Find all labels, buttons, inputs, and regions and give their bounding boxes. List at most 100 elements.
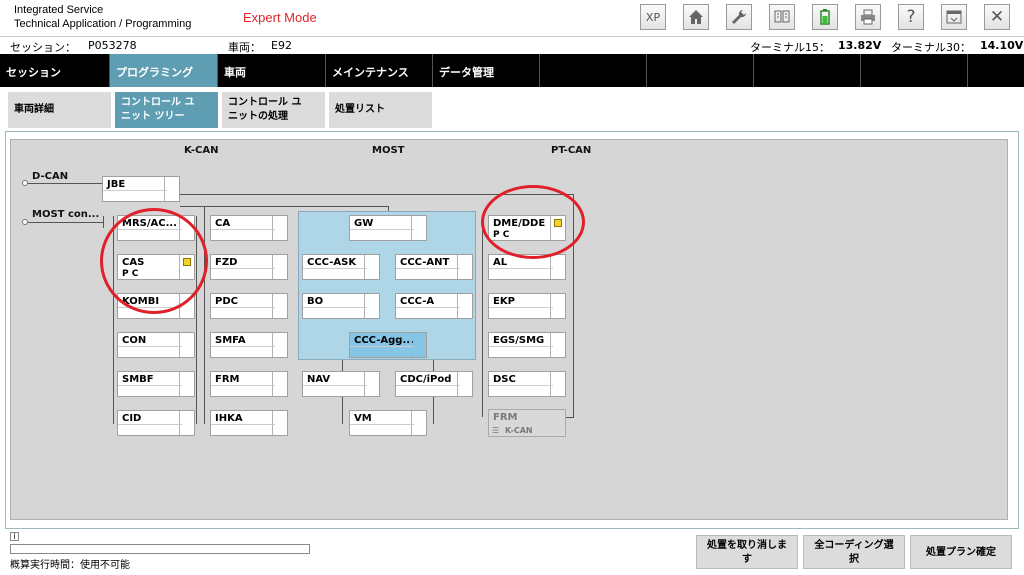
ecu-label: CCC-A	[400, 296, 435, 307]
ecu-vm[interactable]: VM	[349, 410, 427, 436]
cancel-measure-button[interactable]: 処置を取り消しま す	[696, 535, 798, 569]
progress-bar	[10, 544, 310, 554]
tab-measures-list[interactable]: 処置リスト	[329, 92, 432, 128]
kcan-mid-line	[204, 206, 205, 424]
ecu-jbe[interactable]: JBE	[102, 176, 180, 202]
terminal15-label: ターミナル15：	[750, 41, 830, 54]
dcan-label: D-CAN	[32, 171, 69, 182]
ecu-frm-kcan[interactable]: FRM K-CAN ☰	[488, 409, 566, 437]
ecu-label: DSC	[493, 374, 516, 385]
terminal30-value: 14.10V	[980, 39, 1024, 52]
ecu-ekp[interactable]: EKP	[488, 293, 566, 319]
ecu-label: IHKA	[215, 413, 243, 424]
ecu-gw[interactable]: GW	[349, 215, 427, 241]
terminal15-value: 13.82V	[838, 39, 882, 52]
ecu-smbf[interactable]: SMBF	[117, 371, 195, 397]
nav-session[interactable]: セッション	[0, 54, 110, 87]
ecu-label: BO	[307, 296, 324, 307]
print-button[interactable]	[855, 4, 881, 30]
battery-button[interactable]	[812, 4, 838, 30]
select-all-coding-label-2: 択	[849, 554, 859, 565]
ecu-label: FZD	[215, 257, 238, 268]
window-button[interactable]	[941, 4, 967, 30]
ecu-sublabel: K-CAN	[505, 426, 533, 435]
tab-control-unit-tree-line2: ニット ツリー	[121, 111, 185, 122]
nav-empty-4[interactable]	[861, 54, 968, 87]
bus-title-kcan: K-CAN	[184, 145, 219, 156]
tab-vehicle-details-label: 車両詳細	[14, 104, 54, 115]
wrench-button[interactable]	[726, 4, 752, 30]
session-label: セッション：	[10, 41, 76, 54]
ecu-ihka[interactable]: IHKA	[210, 410, 288, 436]
info-icon: i	[10, 532, 19, 541]
window-icon	[946, 10, 962, 24]
ecu-cid[interactable]: CID	[117, 410, 195, 436]
ecu-smfa[interactable]: SMFA	[210, 332, 288, 358]
home-icon	[689, 10, 703, 24]
ecu-dsc[interactable]: DSC	[488, 371, 566, 397]
battery-icon	[820, 9, 830, 25]
nav-programming[interactable]: プログラミング	[110, 54, 218, 87]
ecu-label: SMBF	[122, 374, 154, 385]
ecu-ca[interactable]: CA	[210, 215, 288, 241]
ecu-label: VM	[354, 413, 372, 424]
nav-empty-3[interactable]	[754, 54, 861, 87]
dcan-line	[26, 183, 104, 184]
ptcan-bottom-tap	[565, 417, 574, 418]
bus-title-most: MOST	[372, 145, 405, 156]
ecu-fzd[interactable]: FZD	[210, 254, 288, 280]
nav-vehicle[interactable]: 車両	[218, 54, 326, 87]
close-button[interactable]: ✕	[984, 4, 1010, 30]
nav-empty-5[interactable]	[968, 54, 1024, 87]
cancel-measure-label-2: す	[742, 554, 752, 565]
cancel-measure-label-1: 処置を取り消しま	[707, 540, 787, 551]
help-button[interactable]: ?	[898, 4, 924, 30]
nav-maintenance[interactable]: メインテナンス	[326, 54, 433, 87]
confirm-plan-label: 処置プラン確定	[926, 547, 996, 558]
wrench-icon	[732, 9, 747, 24]
ecu-label: GW	[354, 218, 374, 229]
kcan-top-line	[180, 206, 388, 207]
nav-data-management[interactable]: データ管理	[433, 54, 540, 87]
ecu-label: CDC/iPod	[400, 374, 452, 385]
ecu-compare-button[interactable]	[769, 4, 795, 30]
estimated-runtime: 概算実行時間：使用不可能	[10, 560, 130, 571]
select-all-coding-button[interactable]: 全コーディング選 択	[803, 535, 905, 569]
ecu-cdc-ipod[interactable]: CDC/iPod	[395, 371, 473, 397]
nav-empty-1[interactable]	[540, 54, 647, 87]
confirm-plan-button[interactable]: 処置プラン確定	[910, 535, 1012, 569]
vehicle-label: 車両：	[228, 41, 261, 54]
xp-button[interactable]: XP	[640, 4, 666, 30]
ecu-ccc-a[interactable]: CCC-A	[395, 293, 473, 319]
help-icon: ?	[906, 7, 916, 27]
home-button[interactable]	[683, 4, 709, 30]
ptcan-left-line	[482, 222, 483, 417]
ecu-label: PDC	[215, 296, 238, 307]
ecu-pdc[interactable]: PDC	[210, 293, 288, 319]
ecu-label: EKP	[493, 296, 515, 307]
terminal30-label: ターミナル30：	[891, 41, 971, 54]
most-connector-dot	[22, 219, 28, 225]
tab-control-unit-processing-line1: コントロール ユ	[228, 97, 302, 108]
ecu-ccc-ask[interactable]: CCC-ASK	[302, 254, 380, 280]
ecu-nav[interactable]: NAV	[302, 371, 380, 397]
nav-empty-2[interactable]	[647, 54, 754, 87]
ecu-egs-smg[interactable]: EGS/SMG	[488, 332, 566, 358]
mode-label: Expert Mode	[243, 10, 317, 25]
ecu-label: FRM	[215, 374, 240, 385]
tab-vehicle-details[interactable]: 車両詳細	[8, 92, 111, 128]
ecu-ccc-agg[interactable]: CCC-Agg...	[349, 332, 427, 358]
ecu-con[interactable]: CON	[117, 332, 195, 358]
ecu-label: CA	[215, 218, 231, 229]
main-navigation: セッション プログラミング 車両 メインテナンス データ管理	[0, 54, 1024, 87]
ecu-label: CCC-ANT	[400, 257, 450, 268]
tab-control-unit-tree[interactable]: コントロール ユ ニット ツリー	[115, 92, 218, 128]
most-connector-line	[26, 222, 104, 223]
tab-control-unit-processing[interactable]: コントロール ユ ニットの処理	[222, 92, 325, 128]
dcan-connector	[22, 180, 28, 186]
ecu-frm[interactable]: FRM	[210, 371, 288, 397]
ecu-ccc-ant[interactable]: CCC-ANT	[395, 254, 473, 280]
ecu-bo[interactable]: BO	[302, 293, 380, 319]
close-icon: ✕	[989, 7, 1005, 27]
ecu-label: CCC-ASK	[307, 257, 357, 268]
